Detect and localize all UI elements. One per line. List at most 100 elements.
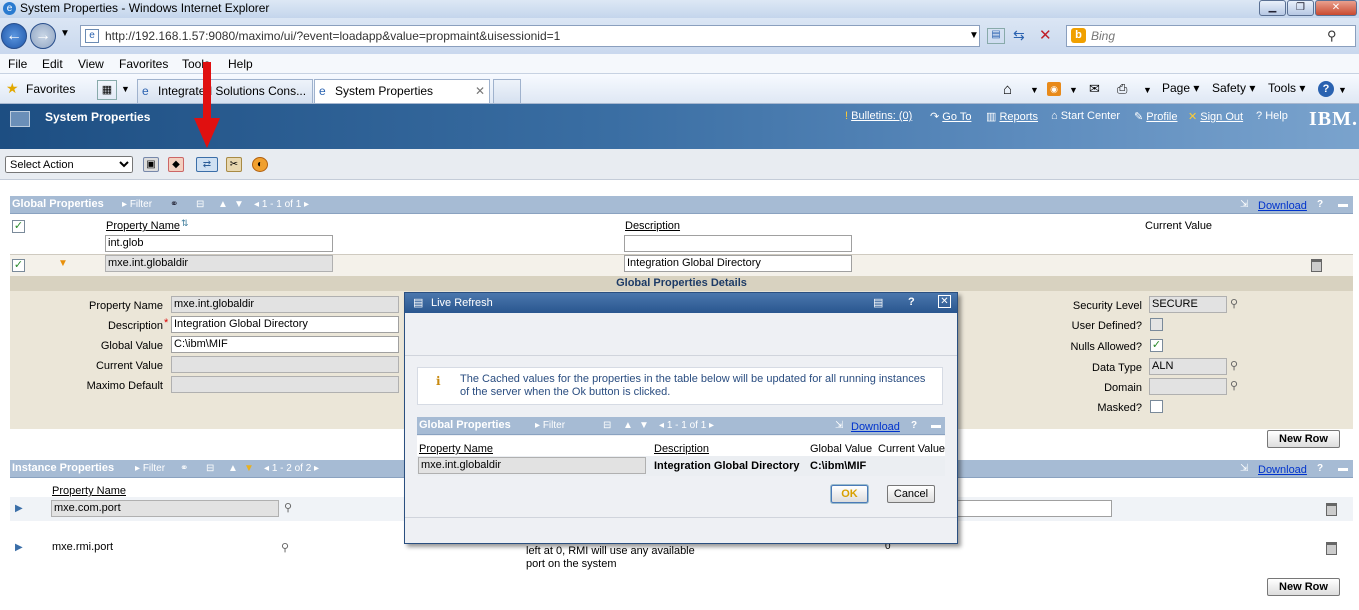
menu-help[interactable]: Help (228, 57, 253, 71)
close-tab-icon[interactable]: ✕ (475, 84, 485, 98)
maximize-button[interactable]: ❐ (1287, 0, 1314, 16)
browser-tab-integrated-solutions[interactable]: e Integrated Solutions Cons... (137, 79, 313, 103)
dialog-close-icon[interactable]: ✕ (938, 295, 951, 308)
instance-download-link[interactable]: Download (1258, 464, 1307, 476)
start-center-link[interactable]: ⌂ Start Center (1051, 110, 1120, 122)
instance-clear-filter-icon[interactable]: ⊟ (206, 463, 214, 474)
dialog-download-icon[interactable]: ⇲ (835, 420, 843, 431)
refresh-icon[interactable]: ⇆ (1013, 27, 1025, 44)
instance-help-icon[interactable]: ? (1317, 463, 1323, 474)
dialog-clear-filter-icon[interactable]: ⊟ (603, 420, 611, 431)
dialog-table-help-icon[interactable]: ? (911, 420, 917, 431)
feeds-icon[interactable]: ◉ (1047, 82, 1061, 96)
search-box[interactable]: b Bing ⚲ (1066, 25, 1356, 47)
home-icon[interactable]: ⌂ (1003, 81, 1012, 98)
global-new-row-button[interactable]: New Row (1267, 430, 1340, 448)
instance-binoculars-icon[interactable]: ⚭ (180, 463, 188, 474)
safety-menu[interactable]: Safety ▾ (1212, 81, 1255, 95)
page-up-icon[interactable]: ▲ (218, 199, 228, 210)
row-checkbox[interactable]: ✓ (12, 259, 25, 272)
select-action-dropdown[interactable]: Select Action (5, 156, 133, 173)
quick-tabs-icon[interactable]: ▦ (97, 80, 117, 100)
instance-lookup-icon[interactable]: ⚲ (281, 541, 289, 554)
page-down-icon[interactable]: ▼ (234, 199, 244, 210)
instance-row-value-input[interactable] (955, 500, 1112, 517)
filter-property-name-input[interactable]: int.glob (105, 235, 333, 252)
page-menu[interactable]: Page ▾ (1162, 81, 1199, 95)
menu-edit[interactable]: Edit (42, 57, 63, 71)
feeds-dropdown-icon[interactable]: ▼ (1069, 85, 1078, 95)
dialog-print-icon[interactable]: ▤ (873, 296, 883, 309)
menu-view[interactable]: View (78, 57, 104, 71)
dialog-help-icon[interactable]: ? (908, 296, 915, 308)
download-icon[interactable]: ⇲ (1240, 199, 1248, 210)
global-help-icon[interactable]: ? (1317, 199, 1323, 210)
instance-download-icon[interactable]: ⇲ (1240, 463, 1248, 474)
global-download-link[interactable]: Download (1258, 200, 1307, 212)
delete-row-icon[interactable] (1326, 542, 1337, 555)
profile-link[interactable]: ✎ Profile (1134, 110, 1177, 123)
dialog-page-down-icon[interactable]: ▼ (639, 420, 649, 431)
delete-row-icon[interactable] (1326, 503, 1337, 516)
instance-page-down-icon[interactable]: ▼ (244, 463, 254, 474)
instance-col-property-name[interactable]: Property Name (52, 485, 126, 497)
mail-icon[interactable]: ✉ (1089, 81, 1100, 97)
stop-icon[interactable]: ✕ (1039, 26, 1052, 44)
domain-field[interactable] (1149, 378, 1227, 395)
tab-list-dropdown-icon[interactable]: ▼ (121, 84, 130, 94)
back-button[interactable]: ← (1, 23, 27, 49)
save-icon[interactable]: ▣ (143, 157, 159, 172)
instance-minimize-icon[interactable]: ▬ (1338, 463, 1348, 474)
masked-checkbox[interactable] (1150, 400, 1163, 413)
goto-link[interactable]: ↷ Go To (930, 110, 971, 123)
global-minimize-icon[interactable]: ▬ (1338, 199, 1348, 210)
search-icon[interactable]: ⚲ (1327, 28, 1337, 44)
row-expand-icon[interactable]: ▶ (15, 542, 23, 553)
address-dropdown-icon[interactable]: ▼ (969, 30, 979, 41)
sort-icon[interactable]: ⇅ (181, 218, 189, 229)
col-description[interactable]: Description (625, 220, 680, 232)
instance-lookup-icon[interactable]: ⚲ (284, 501, 292, 514)
print-icon[interactable]: ⎙ (1117, 81, 1127, 97)
dialog-page-up-icon[interactable]: ▲ (623, 420, 633, 431)
dialog-filter-button[interactable]: ▸ Filter (535, 420, 565, 431)
help-icon[interactable]: ? (1318, 81, 1334, 97)
instance-new-row-button[interactable]: New Row (1267, 578, 1340, 596)
home-dropdown-icon[interactable]: ▼ (1030, 85, 1039, 95)
bulletins-link[interactable]: ! Bulletins: (0) (845, 110, 912, 122)
dialog-col-description[interactable]: Description (654, 443, 709, 455)
history-dropdown-icon[interactable]: ▼ (60, 28, 70, 39)
binoculars-icon[interactable]: ⚭ (170, 199, 178, 210)
nulls-allowed-checkbox[interactable]: ✓ (1150, 339, 1163, 352)
live-refresh-icon[interactable]: ⇄ (196, 157, 218, 172)
cancel-button[interactable]: Cancel (887, 485, 935, 503)
help-link[interactable]: ? Help (1256, 110, 1288, 122)
globe-icon[interactable]: ◐ (252, 157, 268, 172)
delete-row-icon[interactable] (1311, 259, 1322, 272)
new-tab-button[interactable] (493, 79, 521, 103)
instance-filter-button[interactable]: ▸ Filter (135, 463, 165, 474)
dialog-col-property-name[interactable]: Property Name (419, 443, 493, 455)
clear-changes-icon[interactable]: ◆ (168, 157, 184, 172)
col-property-name[interactable]: Property Name (106, 220, 180, 232)
close-window-button[interactable]: ✕ (1315, 0, 1357, 16)
menu-file[interactable]: File (8, 57, 27, 71)
data-type-lookup-icon[interactable]: ⚲ (1230, 359, 1238, 372)
global-filter-button[interactable]: ▸ Filter (122, 199, 152, 210)
minimize-button[interactable]: ▁ (1259, 0, 1286, 16)
ok-button[interactable]: OK (831, 485, 868, 503)
menu-favorites[interactable]: Favorites (119, 57, 168, 71)
row-description[interactable]: Integration Global Directory (624, 255, 852, 272)
row-expand-icon[interactable]: ▼ (58, 258, 68, 269)
description-field[interactable]: Integration Global Directory (171, 316, 399, 333)
compatibility-icon[interactable]: ▤ (987, 28, 1005, 44)
filter-description-input[interactable] (624, 235, 852, 252)
help-dropdown-icon[interactable]: ▼ (1338, 85, 1347, 95)
instance-page-up-icon[interactable]: ▲ (228, 463, 238, 474)
security-lookup-icon[interactable]: ⚲ (1230, 297, 1238, 310)
select-all-checkbox[interactable]: ✓ (12, 220, 25, 233)
row-expand-icon[interactable]: ▶ (15, 503, 23, 514)
reports-link[interactable]: ▥ Reports (986, 110, 1038, 123)
tools-menu[interactable]: Tools ▾ (1268, 81, 1305, 95)
data-type-field[interactable]: ALN (1149, 358, 1227, 375)
